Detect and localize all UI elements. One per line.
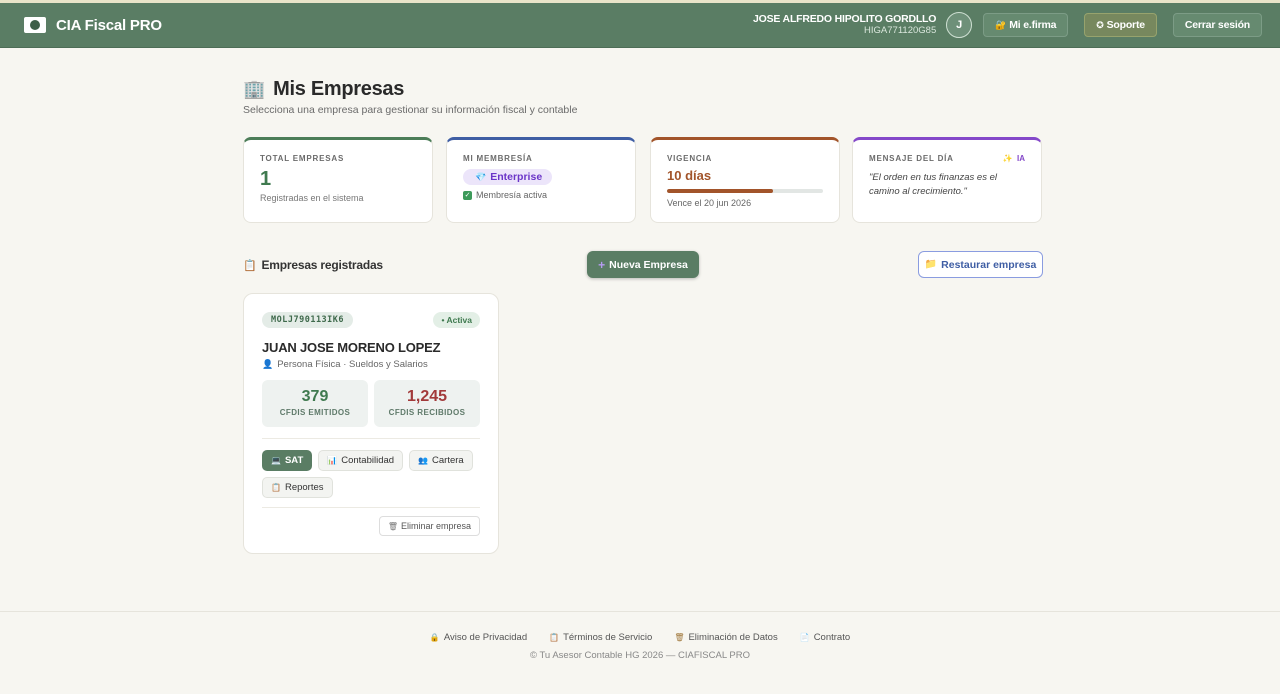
efirma-button[interactable]: 🔐 Mi e.firma (983, 13, 1069, 37)
module-label: SAT (284, 455, 304, 466)
people-icon: 👥 (418, 456, 429, 465)
diamond-icon: 💎 (475, 171, 487, 182)
bar-chart-icon: 📊 (327, 456, 338, 465)
vigencia-card: VIGENCIA 10 días Vence el 20 jun 2026 (650, 137, 840, 223)
eliminar-empresa-button[interactable]: 🗑 Eliminar empresa (378, 516, 480, 536)
daily-message: "El orden en tus finanzas es el camino a… (869, 172, 998, 197)
footer-links: 🔒 Aviso de Privacidad 📋 Términos de Serv… (0, 632, 1280, 643)
key-icon: 🔐 (995, 19, 1007, 30)
cfdis-emitidos-stat: 379 CFDIS EMITIDOS (262, 380, 368, 427)
membresia-card: MI MEMBRESÍA 💎 Enterprise ✓ Membresía ac… (446, 137, 636, 223)
module-sat-button[interactable]: 💻 SAT (262, 450, 313, 471)
mensaje-card: MENSAJE DEL DÍA ✨ IA "El orden en tus fi… (852, 137, 1042, 223)
footer-link-label: Términos de Servicio (563, 632, 653, 643)
nueva-empresa-button[interactable]: + Nueva Empresa (587, 251, 699, 278)
sparkle-icon: ✨ (1002, 154, 1013, 163)
card-label: VIGENCIA (667, 154, 713, 163)
soporte-label: Soporte (1106, 19, 1145, 31)
vigencia-days: 10 días (667, 168, 712, 183)
nueva-empresa-label: Nueva Empresa (609, 258, 688, 271)
trash-icon: 🗑 (674, 633, 685, 642)
module-contabilidad-button[interactable]: 📊 Contabilidad (318, 450, 404, 471)
report-icon: 📋 (271, 483, 281, 492)
user-info: JOSE ALFREDO HIPOLITO GORDLLO HIGA771120… (753, 13, 936, 37)
copyright: © Tu Asesor Contable HG 2026 — CIAFISCAL… (530, 650, 750, 661)
company-rfc: MOLJ790113IK6 (262, 312, 354, 328)
page-subtitle: Selecciona una empresa para gestionar su… (243, 104, 578, 116)
logout-button[interactable]: Cerrar sesión (1172, 13, 1262, 37)
trash-icon: 🗑 (387, 521, 398, 531)
vigencia-expiry: Vence el 20 jun 2026 (667, 198, 752, 208)
person-icon: 👤 (262, 359, 274, 369)
document-icon: 📋 (549, 633, 560, 642)
membership-status-text: Membresía activa (476, 190, 548, 200)
cfdis-recibidos-value: 1,245 (406, 388, 448, 405)
avatar[interactable]: J (946, 12, 973, 38)
cfdis-recibidos-label: CFDIS RECIBIDOS (388, 408, 466, 417)
vigencia-progress-fill (667, 189, 774, 193)
footer-link-terminos[interactable]: 📋 Términos de Servicio (549, 632, 652, 643)
page-title-text: Mis Empresas (273, 78, 405, 100)
company-type-text: Persona Física · Sueldos y Salarios (277, 359, 428, 370)
card-label: MI MEMBRESÍA (463, 154, 533, 163)
building-icon: 🏢 (243, 79, 266, 99)
cfdis-recibidos-stat: 1,245 CFDIS RECIBIDOS (374, 380, 480, 427)
soporte-button[interactable]: ✪ Soporte (1084, 13, 1157, 37)
efirma-label: Mi e.firma (1009, 19, 1057, 31)
divider (262, 507, 480, 508)
divider (262, 438, 480, 439)
user-name: JOSE ALFREDO HIPOLITO GORDLLO (753, 13, 937, 25)
section-title: 📋 Empresas registradas (243, 258, 383, 272)
footer-link-label: Aviso de Privacidad (443, 632, 528, 643)
page-title: 🏢 Mis Empresas (243, 78, 404, 101)
company-card[interactable]: MOLJ790113IK6 • Activa JUAN JOSE MORENO … (243, 293, 499, 554)
card-label: MENSAJE DEL DÍA (869, 154, 954, 163)
restaurar-empresa-label: Restaurar empresa (941, 258, 1037, 271)
contract-icon: 📄 (799, 633, 810, 642)
monitor-icon: 💻 (271, 456, 281, 465)
plan-name: Enterprise (490, 171, 543, 183)
user-rfc: HIGA771120G85 (864, 25, 937, 36)
membership-status: ✓ Membresía activa (463, 190, 619, 200)
clipboard-icon: 📋 (243, 259, 257, 272)
vigencia-progress-bar (667, 189, 823, 193)
module-cartera-button[interactable]: 👥 Cartera (409, 450, 473, 471)
app-logo[interactable] (24, 17, 46, 33)
card-label: TOTAL EMPRESAS (260, 154, 345, 163)
ia-badge: ✨ IA (1003, 154, 1025, 163)
module-buttons: 💻 SAT 📊 Contabilidad 👥 Cartera 📋 Reporte… (262, 450, 480, 504)
eliminar-empresa-label: Eliminar empresa (400, 521, 471, 531)
restaurar-empresa-button[interactable]: 📁 Restaurar empresa (918, 251, 1043, 278)
check-icon: ✓ (463, 190, 472, 200)
total-empresas-value: 1 (260, 168, 272, 190)
plan-badge: 💎 Enterprise (463, 169, 553, 185)
footer-link-label: Eliminación de Datos (688, 632, 778, 643)
lifebuoy-icon: ✪ (1096, 19, 1104, 30)
module-reportes-button[interactable]: 📋 Reportes (262, 477, 333, 498)
footer: 🔒 Aviso de Privacidad 📋 Términos de Serv… (0, 611, 1280, 694)
cfdis-emitidos-label: CFDIS EMITIDOS (279, 408, 351, 417)
module-label: Cartera (432, 455, 464, 466)
footer-link-privacidad[interactable]: 🔒 Aviso de Privacidad (430, 632, 527, 643)
folder-icon: 📁 (924, 259, 938, 270)
section-title-text: Empresas registradas (261, 258, 384, 272)
footer-link-eliminacion[interactable]: 🗑 Eliminación de Datos (674, 632, 777, 643)
footer-link-label: Contrato (813, 632, 851, 643)
ia-label: IA (1017, 154, 1025, 163)
lock-icon: 🔒 (429, 633, 440, 642)
app-title[interactable]: CIA Fiscal PRO (56, 17, 162, 34)
module-label: Contabilidad (341, 455, 395, 466)
cfdis-emitidos-value: 379 (301, 388, 329, 405)
status-badge: • Activa (433, 312, 480, 328)
plus-icon: + (598, 257, 606, 272)
card-note: Registradas en el sistema (260, 193, 364, 203)
app-header: CIA Fiscal PRO JOSE ALFREDO HIPOLITO GOR… (0, 3, 1280, 48)
footer-link-contrato[interactable]: 📄 Contrato (800, 632, 850, 643)
total-empresas-card: TOTAL EMPRESAS 1 Registradas en el siste… (243, 137, 433, 223)
company-name[interactable]: JUAN JOSE MORENO LOPEZ (262, 340, 480, 355)
company-type: 👤 Persona Física · Sueldos y Salarios (262, 359, 480, 370)
module-label: Reportes (284, 482, 324, 493)
